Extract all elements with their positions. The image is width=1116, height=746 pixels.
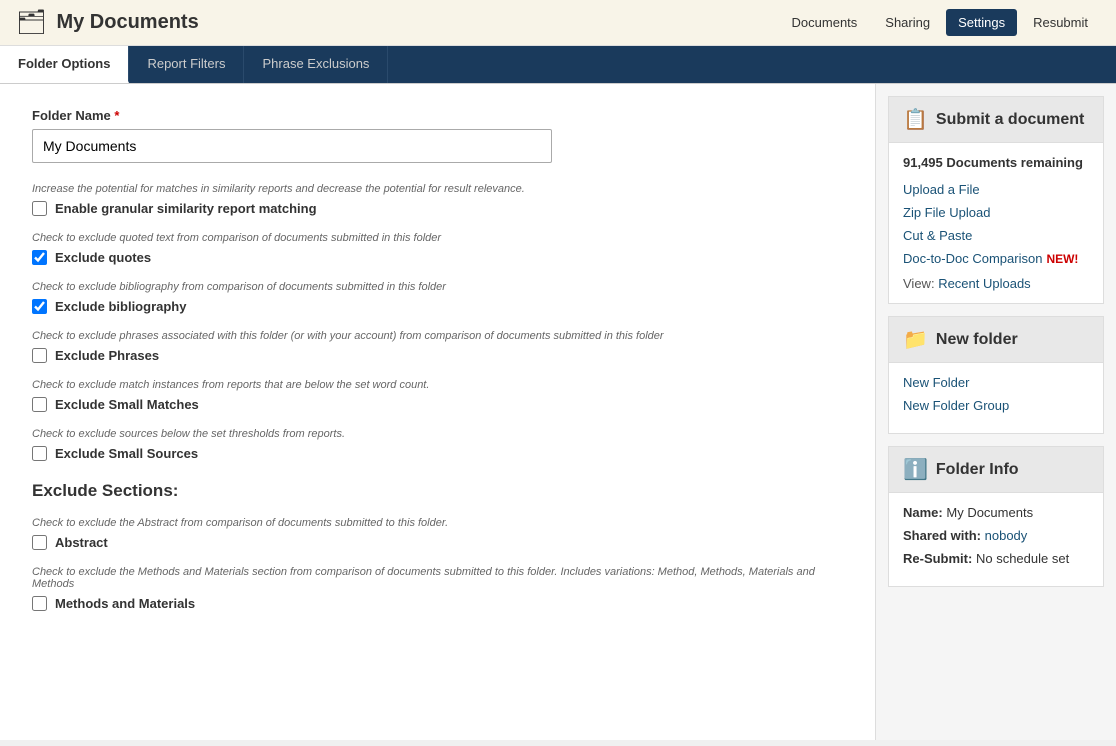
header-nav: Documents Sharing Settings Resubmit bbox=[780, 9, 1100, 36]
abstract-row: Abstract bbox=[32, 535, 843, 550]
nav-settings[interactable]: Settings bbox=[946, 9, 1017, 36]
submit-icon: 📋 bbox=[903, 107, 928, 132]
submit-panel-header: 📋 Submit a document bbox=[889, 97, 1103, 143]
abstract-hint: Check to exclude the Abstract from compa… bbox=[32, 517, 843, 529]
folder-icon: 🗂 bbox=[16, 8, 46, 37]
nav-documents[interactable]: Documents bbox=[780, 9, 870, 36]
tab-phrase-exclusions[interactable]: Phrase Exclusions bbox=[244, 46, 388, 83]
phrases-row: Exclude Phrases bbox=[32, 348, 843, 363]
bibliography-section: Check to exclude bibliography from compa… bbox=[32, 281, 843, 314]
info-icon: ℹ️ bbox=[903, 457, 928, 482]
quotes-section: Check to exclude quoted text from compar… bbox=[32, 232, 843, 265]
required-indicator: * bbox=[114, 108, 119, 123]
small-sources-label: Exclude Small Sources bbox=[55, 446, 198, 461]
resubmit-row: Re-Submit: No schedule set bbox=[903, 551, 1089, 566]
abstract-section: Check to exclude the Abstract from compa… bbox=[32, 517, 843, 550]
small-matches-label: Exclude Small Matches bbox=[55, 397, 199, 412]
content-layout: Folder Name * Increase the potential for… bbox=[0, 84, 1116, 740]
view-label: View: bbox=[903, 276, 935, 291]
small-matches-section: Check to exclude match instances from re… bbox=[32, 379, 843, 412]
new-folder-icon: 📁 bbox=[903, 327, 928, 352]
submit-panel-body: 91,495 Documents remaining Upload a File… bbox=[889, 143, 1103, 303]
granular-label: Enable granular similarity report matchi… bbox=[55, 201, 317, 216]
shared-label: Shared with: bbox=[903, 528, 981, 543]
quotes-checkbox[interactable] bbox=[32, 250, 47, 265]
small-sources-checkbox[interactable] bbox=[32, 446, 47, 461]
page-title: My Documents bbox=[56, 11, 779, 34]
doc-comparison-row: Doc-to-Doc Comparison NEW! bbox=[903, 251, 1089, 266]
new-folder-link[interactable]: New Folder bbox=[903, 375, 1089, 390]
methods-checkbox[interactable] bbox=[32, 596, 47, 611]
new-badge: NEW! bbox=[1046, 252, 1078, 266]
methods-hint: Check to exclude the Methods and Materia… bbox=[32, 566, 843, 590]
phrases-label: Exclude Phrases bbox=[55, 348, 159, 363]
methods-label: Methods and Materials bbox=[55, 596, 195, 611]
cut-paste-link[interactable]: Cut & Paste bbox=[903, 228, 1089, 243]
folder-name-input[interactable] bbox=[32, 129, 552, 163]
bibliography-hint: Check to exclude bibliography from compa… bbox=[32, 281, 843, 293]
upload-file-link[interactable]: Upload a File bbox=[903, 182, 1089, 197]
methods-row: Methods and Materials bbox=[32, 596, 843, 611]
quotes-label: Exclude quotes bbox=[55, 250, 151, 265]
quotes-hint: Check to exclude quoted text from compar… bbox=[32, 232, 843, 244]
granular-row: Enable granular similarity report matchi… bbox=[32, 201, 843, 216]
abstract-checkbox[interactable] bbox=[32, 535, 47, 550]
bibliography-row: Exclude bibliography bbox=[32, 299, 843, 314]
nav-resubmit[interactable]: Resubmit bbox=[1021, 9, 1100, 36]
bibliography-label: Exclude bibliography bbox=[55, 299, 186, 314]
doc-comparison-link[interactable]: Doc-to-Doc Comparison bbox=[903, 251, 1042, 266]
name-value: My Documents bbox=[946, 505, 1033, 520]
folder-info-panel: ℹ️ Folder Info Name: My Documents Shared… bbox=[888, 446, 1104, 587]
zip-upload-link[interactable]: Zip File Upload bbox=[903, 205, 1089, 220]
name-label: Name: bbox=[903, 505, 943, 520]
submit-panel-title: Submit a document bbox=[936, 111, 1084, 129]
tab-report-filters[interactable]: Report Filters bbox=[129, 46, 244, 83]
new-folder-panel-title: New folder bbox=[936, 331, 1018, 349]
folder-name-group: Folder Name * bbox=[32, 108, 843, 163]
folder-info-panel-title: Folder Info bbox=[936, 461, 1019, 479]
methods-section: Check to exclude the Methods and Materia… bbox=[32, 566, 843, 611]
folder-name-row: Name: My Documents bbox=[903, 505, 1089, 520]
small-sources-hint: Check to exclude sources below the set t… bbox=[32, 428, 843, 440]
tab-folder-options[interactable]: Folder Options bbox=[0, 46, 129, 83]
resubmit-label: Re-Submit: bbox=[903, 551, 972, 566]
folder-info-panel-header: ℹ️ Folder Info bbox=[889, 447, 1103, 493]
bibliography-checkbox[interactable] bbox=[32, 299, 47, 314]
view-row: View: Recent Uploads bbox=[903, 276, 1089, 291]
exclude-sections-title: Exclude Sections: bbox=[32, 481, 843, 501]
shared-value[interactable]: nobody bbox=[985, 528, 1028, 543]
documents-remaining: 91,495 Documents remaining bbox=[903, 155, 1089, 170]
new-folder-panel: 📁 New folder New Folder New Folder Group bbox=[888, 316, 1104, 434]
phrases-section: Check to exclude phrases associated with… bbox=[32, 330, 843, 363]
small-matches-row: Exclude Small Matches bbox=[32, 397, 843, 412]
small-sources-row: Exclude Small Sources bbox=[32, 446, 843, 461]
small-matches-checkbox[interactable] bbox=[32, 397, 47, 412]
quotes-row: Exclude quotes bbox=[32, 250, 843, 265]
sidebar-wrapper: 📋 Submit a document 91,495 Documents rem… bbox=[876, 84, 1116, 611]
main-content: Folder Name * Increase the potential for… bbox=[0, 84, 876, 740]
small-sources-section: Check to exclude sources below the set t… bbox=[32, 428, 843, 461]
new-folder-panel-body: New Folder New Folder Group bbox=[889, 363, 1103, 433]
phrases-hint: Check to exclude phrases associated with… bbox=[32, 330, 843, 342]
shared-with-row: Shared with: nobody bbox=[903, 528, 1089, 543]
folder-name-label: Folder Name * bbox=[32, 108, 843, 123]
granular-hint: Increase the potential for matches in si… bbox=[32, 183, 843, 195]
new-folder-panel-header: 📁 New folder bbox=[889, 317, 1103, 363]
tab-bar: Folder Options Report Filters Phrase Exc… bbox=[0, 46, 1116, 84]
page-header: 🗂 My Documents Documents Sharing Setting… bbox=[0, 0, 1116, 46]
granular-checkbox[interactable] bbox=[32, 201, 47, 216]
resubmit-value: No schedule set bbox=[976, 551, 1069, 566]
small-matches-hint: Check to exclude match instances from re… bbox=[32, 379, 843, 391]
granular-section: Increase the potential for matches in si… bbox=[32, 183, 843, 216]
new-folder-group-link[interactable]: New Folder Group bbox=[903, 398, 1089, 413]
nav-sharing[interactable]: Sharing bbox=[873, 9, 942, 36]
submit-panel: 📋 Submit a document 91,495 Documents rem… bbox=[888, 96, 1104, 304]
folder-info-panel-body: Name: My Documents Shared with: nobody R… bbox=[889, 493, 1103, 586]
sidebar: 📋 Submit a document 91,495 Documents rem… bbox=[876, 84, 1116, 740]
recent-uploads-link[interactable]: Recent Uploads bbox=[938, 276, 1031, 291]
phrases-checkbox[interactable] bbox=[32, 348, 47, 363]
abstract-label: Abstract bbox=[55, 535, 108, 550]
